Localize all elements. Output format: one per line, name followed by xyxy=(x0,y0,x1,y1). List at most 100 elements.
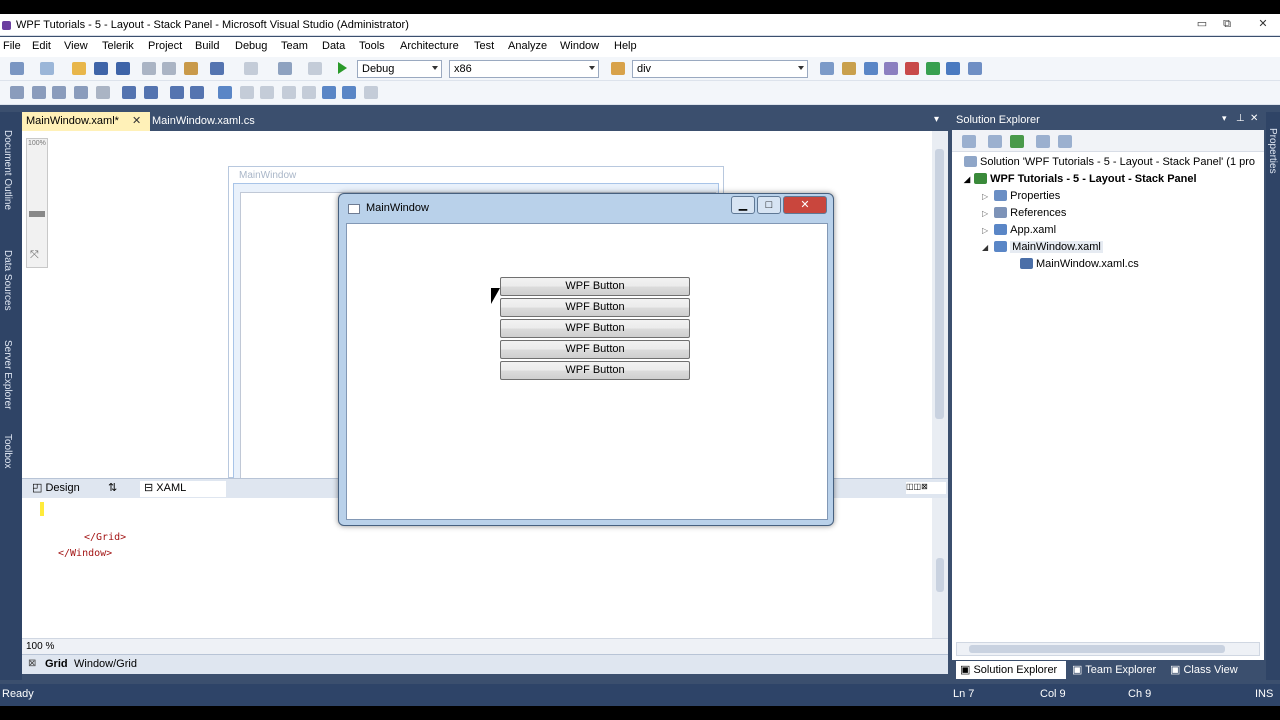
new-project-icon[interactable] xyxy=(10,62,24,75)
xaml-scroll-thumb[interactable] xyxy=(936,558,944,592)
outdent-icon[interactable] xyxy=(122,86,136,99)
tree-item-mainwindow-xaml[interactable]: ◢ MainWindow.xaml xyxy=(982,241,1103,253)
menu-edit[interactable]: Edit xyxy=(32,40,51,52)
solution-explorer-icon[interactable] xyxy=(842,62,856,75)
xaml-scrollbar[interactable] xyxy=(932,498,948,638)
path-window-grid[interactable]: Window/Grid xyxy=(74,658,137,670)
path-grid[interactable]: Grid xyxy=(45,658,68,670)
zoom-slider[interactable]: 100% ⤧ xyxy=(26,138,48,268)
start-debugging-icon[interactable] xyxy=(338,62,347,74)
find-icon[interactable] xyxy=(820,62,834,75)
redo-icon[interactable] xyxy=(244,62,258,75)
navigate-forward-icon[interactable] xyxy=(308,62,322,75)
expand-triangle-icon[interactable]: ▷ xyxy=(982,192,988,201)
app-minimize-button[interactable]: ▁ xyxy=(731,196,755,214)
restore-button[interactable]: ⧉ xyxy=(1217,17,1237,31)
indent-icon[interactable] xyxy=(144,86,158,99)
cut-icon[interactable] xyxy=(142,62,156,75)
next-bookmark-icon[interactable] xyxy=(260,86,274,99)
prev-bookmark-folder-icon[interactable] xyxy=(282,86,296,99)
show-all-files-icon[interactable] xyxy=(988,135,1002,148)
find-in-files-icon[interactable] xyxy=(611,62,625,75)
pin-icon[interactable]: ⊥ xyxy=(1236,113,1245,124)
menu-telerik[interactable]: Telerik xyxy=(102,40,134,52)
xaml-zoom-select[interactable]: 100 % xyxy=(26,641,54,652)
open-file-icon[interactable] xyxy=(72,62,86,75)
properties-tab[interactable]: Properties xyxy=(1267,128,1278,174)
fit-icon[interactable]: ⤧ xyxy=(30,249,39,262)
wpf-button-4[interactable]: WPF Button xyxy=(500,340,690,359)
bookmark-icon[interactable] xyxy=(218,86,232,99)
collapse-icon[interactable]: ⊠ xyxy=(28,658,36,669)
split-orientation-icons[interactable]: ◫◫⊠ xyxy=(906,482,946,494)
properties-icon[interactable] xyxy=(864,62,878,75)
menu-view[interactable]: View xyxy=(64,40,88,52)
align-grid-icon[interactable] xyxy=(10,86,24,99)
paste-icon[interactable] xyxy=(184,62,198,75)
clear-bookmarks-icon[interactable] xyxy=(364,86,378,99)
find-combo[interactable]: div xyxy=(632,60,808,78)
save-all-icon[interactable] xyxy=(116,62,130,75)
menu-debug[interactable]: Debug xyxy=(235,40,267,52)
uncomment-lines-icon[interactable] xyxy=(190,86,204,99)
tree-item-app-xaml[interactable]: ▷ App.xaml xyxy=(982,224,1056,236)
menu-help[interactable]: Help xyxy=(614,40,637,52)
close-tab-icon[interactable]: ✕ xyxy=(132,114,141,127)
menu-data[interactable]: Data xyxy=(322,40,345,52)
object-browser-icon[interactable] xyxy=(884,62,898,75)
view-designer-icon[interactable] xyxy=(1058,135,1072,148)
format-icon[interactable] xyxy=(74,86,88,99)
se-properties-icon[interactable] xyxy=(962,135,976,148)
solution-node[interactable]: Solution 'WPF Tutorials - 5 - Layout - S… xyxy=(964,156,1255,168)
app-close-button[interactable]: ✕ xyxy=(783,196,827,214)
navigate-icon[interactable] xyxy=(278,62,292,75)
wpf-button-2[interactable]: WPF Button xyxy=(500,298,690,317)
toolbox-icon[interactable] xyxy=(905,62,919,75)
undo-icon[interactable] xyxy=(210,62,224,75)
close-button[interactable]: ✕ xyxy=(1253,17,1273,31)
se-horizontal-scrollbar[interactable] xyxy=(956,642,1260,656)
add-item-icon[interactable] xyxy=(40,62,54,75)
tab-solution-explorer[interactable]: ▣ Solution Explorer xyxy=(956,661,1066,679)
wpf-button-3[interactable]: WPF Button xyxy=(500,319,690,338)
menu-architecture[interactable]: Architecture xyxy=(400,40,459,52)
dropdown-icon[interactable]: ▾ xyxy=(1222,113,1227,124)
minimize-button[interactable]: ▭ xyxy=(1192,17,1212,31)
pointer-icon[interactable] xyxy=(52,86,66,99)
menu-window[interactable]: Window xyxy=(560,40,599,52)
tab-dropdown-icon[interactable]: ▾ xyxy=(934,114,939,125)
copy-icon[interactable] xyxy=(162,62,176,75)
prev-bookmark-icon[interactable] xyxy=(240,86,254,99)
document-outline-tab[interactable]: Document Outline xyxy=(2,130,13,210)
extension-manager-icon[interactable] xyxy=(946,62,960,75)
menu-build[interactable]: Build xyxy=(195,40,219,52)
prev-bookmark-doc-icon[interactable] xyxy=(322,86,336,99)
start-page-icon[interactable] xyxy=(926,62,940,75)
comment-icon[interactable] xyxy=(96,86,110,99)
menu-tools[interactable]: Tools xyxy=(359,40,385,52)
menu-file[interactable]: File xyxy=(3,40,21,52)
tab-order-icon[interactable] xyxy=(32,86,46,99)
view-code-icon[interactable] xyxy=(1036,135,1050,148)
menu-team[interactable]: Team xyxy=(281,40,308,52)
tab-mainwindow-xaml[interactable]: MainWindow.xaml* xyxy=(22,112,150,131)
collapse-triangle-icon[interactable]: ◢ xyxy=(964,175,970,184)
menu-test[interactable]: Test xyxy=(474,40,494,52)
solution-configuration-select[interactable]: Debug xyxy=(357,60,442,78)
data-sources-tab[interactable]: Data Sources xyxy=(2,250,13,311)
design-view-tab[interactable]: ◰ Design xyxy=(32,481,80,494)
designer-scroll-thumb[interactable] xyxy=(935,149,944,419)
wpf-button-5[interactable]: WPF Button xyxy=(500,361,690,380)
close-icon[interactable]: ✕ xyxy=(1250,113,1258,124)
swap-panes-icon[interactable]: ⇅ xyxy=(108,481,117,494)
toolbox-tab[interactable]: Toolbox xyxy=(2,434,13,468)
wpf-button-1[interactable]: WPF Button xyxy=(500,277,690,296)
next-bookmark-doc-icon[interactable] xyxy=(342,86,356,99)
expand-triangle-icon[interactable]: ▷ xyxy=(982,226,988,235)
comment-lines-icon[interactable] xyxy=(170,86,184,99)
save-icon[interactable] xyxy=(94,62,108,75)
designer-scrollbar[interactable] xyxy=(932,131,948,478)
zoom-thumb[interactable] xyxy=(29,211,45,217)
xaml-view-tab[interactable]: ⊟ XAML xyxy=(140,481,226,497)
expand-triangle-icon[interactable]: ▷ xyxy=(982,209,988,218)
